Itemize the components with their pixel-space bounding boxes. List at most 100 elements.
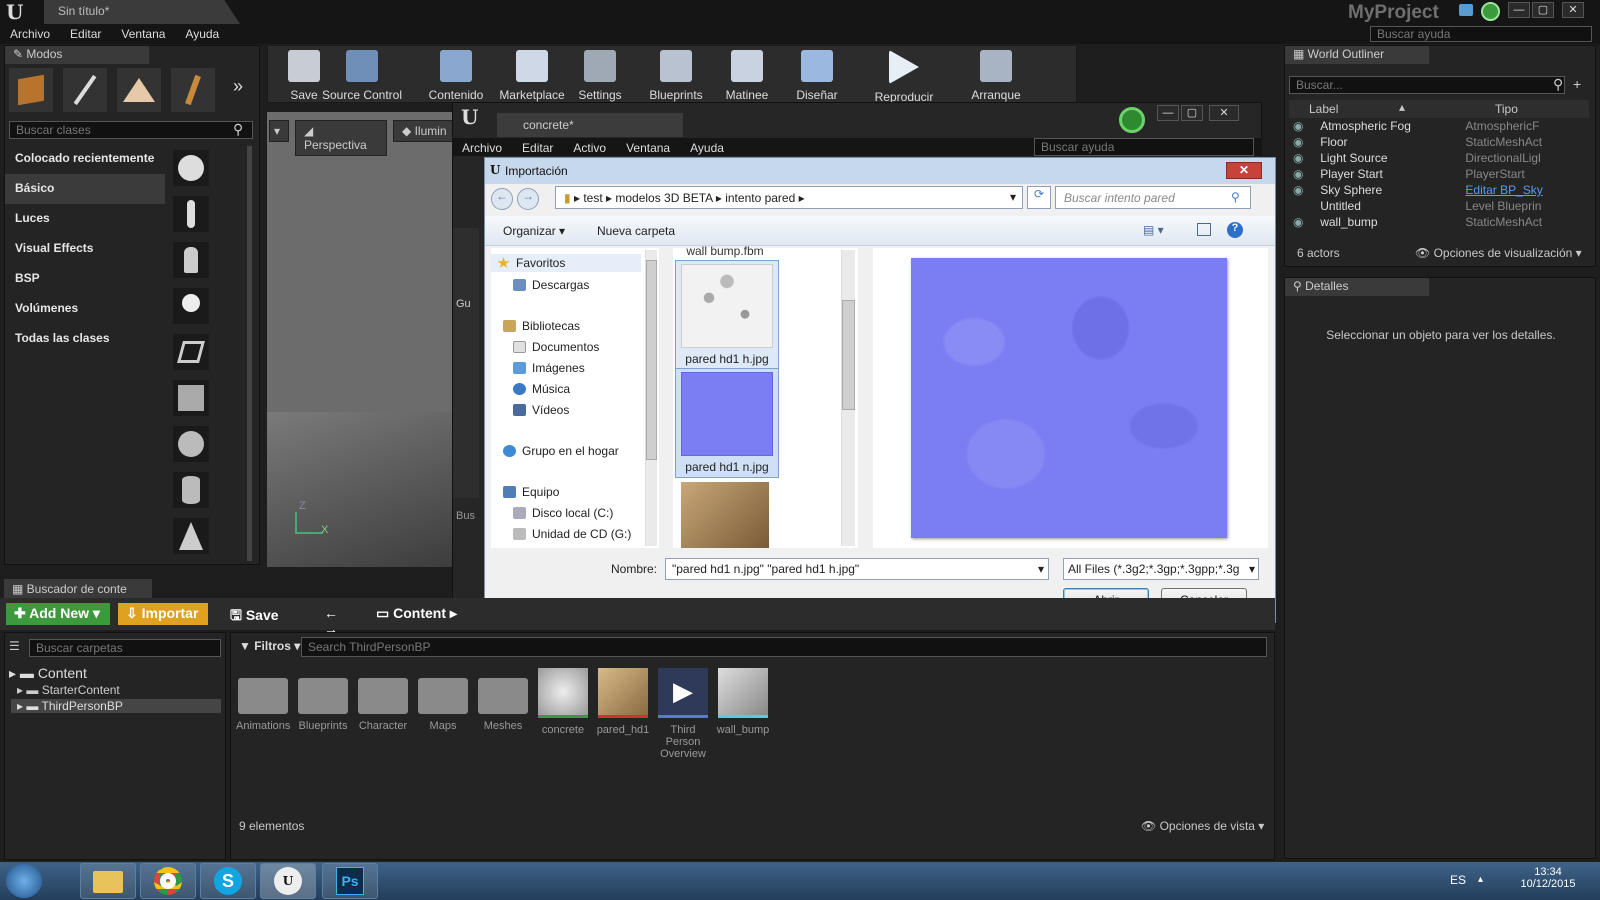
class-item[interactable]: [173, 518, 209, 554]
paint-mode-icon[interactable]: [63, 68, 107, 112]
breadcrumb-intento-pared[interactable]: intento pared: [725, 191, 795, 205]
asset-item[interactable]: concrete: [536, 668, 590, 736]
class-list-scrollbar[interactable]: [247, 146, 252, 561]
table-row[interactable]: ◉ Floor StaticMeshAct: [1289, 134, 1587, 150]
help-icon[interactable]: ?: [1227, 222, 1243, 238]
folder-tree-toggle-icon[interactable]: ☰: [9, 639, 20, 653]
tree-item-documents[interactable]: Documentos: [513, 340, 599, 354]
forward-arrow-icon[interactable]: →: [517, 188, 539, 210]
tree-item-drive-g[interactable]: Unidad de CD (G:): [513, 527, 631, 541]
organize-button[interactable]: Organizar ▾: [503, 224, 565, 238]
start-button-icon[interactable]: [6, 864, 42, 898]
source-control-status-icon[interactable]: [1481, 2, 1500, 21]
help-search-input[interactable]: Buscar ayuda: [1034, 138, 1254, 156]
tree-item-computer[interactable]: Equipo: [503, 485, 559, 499]
tree-item-favorites[interactable]: Favoritos: [491, 254, 641, 272]
tree-scrollbar[interactable]: [645, 250, 657, 546]
asset-item[interactable]: Character: [356, 668, 410, 732]
table-row[interactable]: Untitled Level Blueprin: [1289, 198, 1587, 214]
add-actor-icon[interactable]: +: [1573, 76, 1581, 92]
class-item[interactable]: [173, 426, 209, 462]
tree-item-drive-c[interactable]: Disco local (C:): [513, 506, 613, 520]
table-row[interactable]: ◉ wall_bump StaticMeshAct: [1289, 214, 1587, 230]
close-button[interactable]: ✕: [1209, 105, 1239, 121]
source-control-status-icon[interactable]: [1119, 107, 1145, 133]
more-modes-icon[interactable]: »: [233, 76, 253, 102]
dialog-close-button[interactable]: ✕: [1226, 162, 1262, 179]
table-row[interactable]: ◉ Player Start PlayerStart: [1289, 166, 1587, 182]
type-column-header[interactable]: Tipo: [1495, 102, 1518, 116]
import-button[interactable]: ⇩ Importar: [118, 603, 208, 625]
play-button[interactable]: Reproducir: [864, 48, 944, 104]
visibility-eye-icon[interactable]: ◉: [1289, 150, 1316, 166]
menu-editar[interactable]: Editar: [512, 138, 563, 158]
refresh-icon[interactable]: ⟳: [1027, 186, 1051, 209]
category-visual-effects[interactable]: Visual Effects: [5, 234, 165, 264]
asset-item[interactable]: Animations: [236, 668, 290, 732]
class-search-input[interactable]: Buscar clases: [9, 121, 253, 139]
history-arrows-icon[interactable]: ← →: [316, 603, 356, 637]
visibility-eye-icon[interactable]: ◉: [1289, 214, 1316, 230]
perspective-button[interactable]: ◢ Perspectiva: [295, 120, 387, 156]
asset-item[interactable]: ▶ Third Person Overview: [656, 668, 710, 760]
file-list-scrollbar[interactable]: [841, 250, 855, 546]
asset-view-options-button[interactable]: 👁 Opciones de vista ▾: [1141, 819, 1264, 833]
tree-item-pictures[interactable]: Imágenes: [513, 361, 585, 375]
category-all-classes[interactable]: Todas las clases: [5, 324, 165, 354]
texture-editor-tab[interactable]: concrete*: [497, 113, 683, 137]
marketplace-button[interactable]: Marketplace: [493, 48, 571, 104]
class-item[interactable]: [173, 196, 209, 232]
chrome-icon[interactable]: [140, 863, 196, 899]
new-folder-button[interactable]: Nueva carpeta: [597, 224, 675, 238]
file-item-n[interactable]: pared hd1 n.jpg: [675, 368, 779, 478]
tree-item-libraries[interactable]: Bibliotecas: [503, 319, 580, 333]
add-new-button[interactable]: ✚ Add New ▾: [6, 603, 110, 625]
file-name[interactable]: wall bump.fbm: [673, 244, 777, 258]
tree-item-videos[interactable]: Vídeos: [513, 403, 569, 417]
place-mode-icon[interactable]: [9, 68, 53, 112]
asset-item[interactable]: Maps: [416, 668, 470, 732]
maximize-button[interactable]: ▢: [1532, 2, 1554, 18]
file-type-select[interactable]: All Files (*.3g2;*.3gp;*.3gpp;*.3g ▾: [1063, 558, 1259, 580]
photoshop-icon[interactable]: Ps: [322, 863, 378, 899]
settings-button[interactable]: Settings: [564, 48, 636, 104]
menu-editar[interactable]: Editar: [60, 24, 111, 44]
level-tab[interactable]: Sin título*: [44, 0, 240, 24]
visibility-eye-icon[interactable]: ◉: [1289, 182, 1316, 198]
lighting-button[interactable]: ◆ Ilumin: [393, 120, 457, 142]
category-lights[interactable]: Luces: [5, 204, 165, 234]
asset-item[interactable]: pared_hd1: [596, 668, 650, 736]
table-row[interactable]: ◉ Light Source DirectionalLigl: [1289, 150, 1587, 166]
menu-ayuda[interactable]: Ayuda: [175, 24, 229, 44]
build-button[interactable]: Diseñar: [781, 48, 853, 104]
class-item[interactable]: [173, 150, 209, 186]
content-browser-tab[interactable]: ▦ Buscador de conte: [4, 579, 152, 599]
minimize-button[interactable]: —: [1508, 2, 1530, 18]
visibility-eye-icon[interactable]: ◉: [1289, 134, 1316, 150]
foliage-mode-icon[interactable]: [171, 68, 215, 112]
label-column-header[interactable]: Label: [1309, 102, 1338, 116]
tree-item-downloads[interactable]: Descargas: [513, 278, 589, 292]
class-item[interactable]: [173, 334, 209, 370]
class-item[interactable]: [173, 472, 209, 508]
menu-ventana[interactable]: Ventana: [111, 24, 175, 44]
preview-pane-icon[interactable]: [1197, 223, 1211, 236]
asset-item[interactable]: wall_bump: [716, 668, 770, 736]
dialog-search-input[interactable]: Buscar intento pared: [1055, 186, 1251, 209]
class-item[interactable]: [173, 242, 209, 278]
category-volumes[interactable]: Volúmenes: [5, 294, 165, 324]
language-indicator[interactable]: ES: [1450, 873, 1466, 887]
visibility-eye-icon[interactable]: ◉: [1289, 166, 1316, 182]
menu-archivo[interactable]: Archivo: [452, 138, 512, 158]
landscape-mode-icon[interactable]: [117, 68, 161, 112]
unreal-taskbar-icon[interactable]: U: [260, 863, 316, 899]
path-breadcrumb[interactable]: ▭ Content ▸: [368, 603, 474, 625]
maximize-button[interactable]: ▢: [1181, 105, 1203, 121]
breadcrumb-test[interactable]: test: [583, 191, 602, 205]
filters-button[interactable]: ▼ Filtros ▾: [239, 639, 300, 653]
menu-ayuda[interactable]: Ayuda: [680, 138, 734, 158]
outliner-tab[interactable]: ▦ World Outliner: [1285, 46, 1429, 64]
minimize-button[interactable]: —: [1157, 105, 1179, 121]
launch-button[interactable]: Arranque: [960, 48, 1032, 104]
address-dropdown-icon[interactable]: ▾: [1010, 190, 1016, 204]
